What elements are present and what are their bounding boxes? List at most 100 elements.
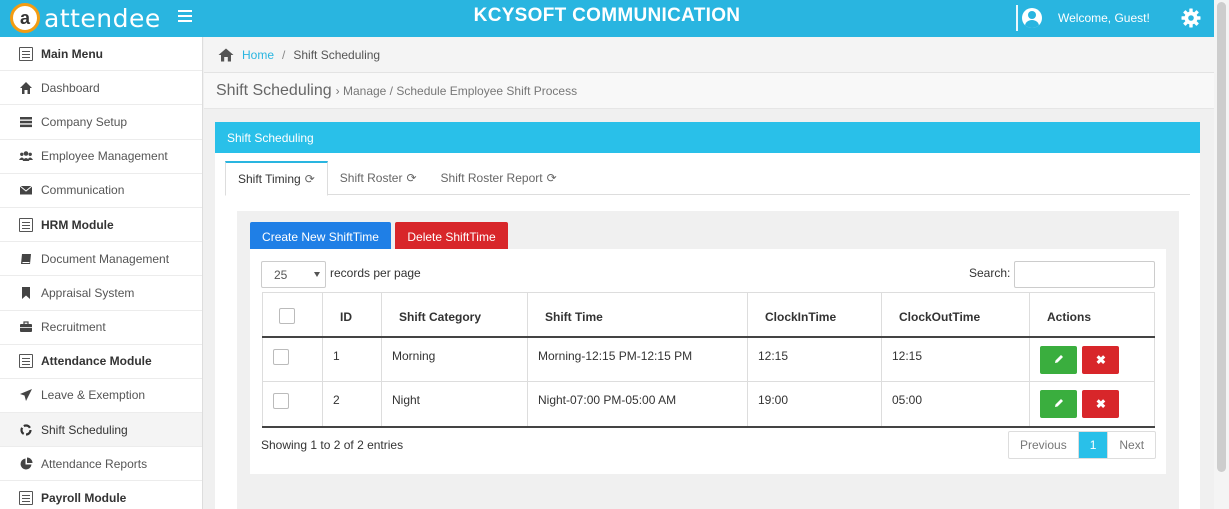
tab-shift-roster-report[interactable]: Shift Roster Report ⟳ [429, 161, 569, 195]
breadcrumb-current: Shift Scheduling [293, 47, 381, 62]
records-per-page-label: records per page [330, 266, 421, 280]
tab-shift-roster[interactable]: Shift Roster ⟳ [328, 161, 429, 195]
records-per-page-select[interactable]: 25 [261, 261, 326, 288]
sidebar: Main Menu Dashboard Company Setup Employ… [0, 37, 203, 509]
row-select-cell [262, 336, 323, 382]
menu-list-icon [19, 46, 33, 61]
edit-button[interactable] [1040, 390, 1077, 418]
tab-shift-timing[interactable]: Shift Timing ⟳ [225, 161, 328, 196]
sidebar-item-leave-exemption[interactable]: Leave & Exemption [0, 379, 202, 414]
delete-button[interactable]: ✖ [1082, 390, 1120, 418]
cell-actions: ✖ [1029, 336, 1155, 382]
sidebar-item-shift-scheduling[interactable]: Shift Scheduling [0, 413, 202, 448]
sidebar-item-label: Leave & Exemption [41, 388, 146, 403]
page-title: Shift Scheduling [216, 81, 332, 99]
sidebar-item-dashboard[interactable]: Dashboard [0, 71, 202, 106]
pie-chart-icon [20, 457, 33, 470]
column-header-id[interactable]: ID [322, 292, 382, 338]
delete-button[interactable]: ✖ [1082, 345, 1120, 374]
page-header: Shift Scheduling › Manage / Schedule Emp… [204, 73, 1214, 109]
data-table-container: 25 records per page Search: ID Shift Cat… [250, 249, 1166, 474]
edit-button[interactable] [1040, 345, 1077, 374]
cell-id: 1 [322, 336, 382, 382]
column-header-clock-in[interactable]: ClockInTime [747, 292, 882, 338]
column-header-shift-time[interactable]: Shift Time [527, 292, 748, 338]
pencil-icon [1054, 399, 1063, 407]
sidebar-item-label: Employee Management [41, 149, 168, 164]
row-select-cell [262, 381, 323, 428]
column-header-shift-category[interactable]: Shift Category [381, 292, 528, 338]
cell-clock-out: 05:00 [881, 381, 1030, 428]
server-icon [20, 116, 32, 128]
pagination-page-1[interactable]: 1 [1077, 432, 1108, 458]
search-label: Search: [969, 266, 1011, 280]
cell-actions: ✖ [1029, 381, 1155, 428]
pencil-icon [1054, 354, 1063, 363]
search-input[interactable] [1014, 261, 1155, 288]
sidebar-item-label: Payroll Module [41, 491, 127, 506]
select-all-header [262, 292, 323, 338]
top-bar: a attendee KCYSOFT COMMUNICATION Welcome… [0, 0, 1214, 37]
sidebar-item-label: Dashboard [41, 80, 100, 95]
sidebar-item-label: HRM Module [41, 217, 114, 232]
sidebar-item-attendance-module[interactable]: Attendance Module [0, 345, 202, 379]
table-row: 2 Night Night-07:00 PM-05:00 AM 19:00 05… [262, 381, 1155, 428]
bookmark-icon [22, 286, 30, 299]
tab-bar: Shift Timing ⟳ Shift Roster ⟳ Shift Rost… [225, 161, 1190, 196]
page-subtitle: › Manage / Schedule Employee Shift Proce… [335, 83, 578, 98]
sidebar-item-company-setup[interactable]: Company Setup [0, 105, 202, 140]
sidebar-item-label: Company Setup [41, 114, 128, 129]
select-all-checkbox[interactable] [279, 307, 295, 324]
shift-time-table: ID Shift Category Shift Time ClockInTime… [262, 292, 1155, 428]
cell-clock-in: 19:00 [747, 381, 882, 428]
user-divider [1016, 5, 1018, 31]
sidebar-item-label: Main Menu [41, 46, 103, 61]
menu-list-icon [19, 217, 33, 232]
home-icon[interactable] [218, 48, 234, 62]
close-icon: ✖ [1095, 397, 1106, 411]
recycle-icon [20, 424, 32, 436]
sidebar-item-label: Document Management [41, 251, 170, 266]
row-checkbox[interactable] [273, 393, 289, 409]
sidebar-item-main-menu[interactable]: Main Menu [0, 37, 202, 72]
gear-icon[interactable] [1181, 8, 1201, 28]
table-row: 1 Morning Morning-12:15 PM-12:15 PM 12:1… [262, 336, 1155, 382]
breadcrumb-home-link[interactable]: Home [242, 48, 274, 62]
sidebar-item-appraisal-system[interactable]: Appraisal System [0, 276, 202, 311]
close-icon: ✖ [1095, 352, 1106, 367]
cell-shift-category: Morning [381, 336, 528, 382]
cell-shift-time: Night-07:00 PM-05:00 AM [527, 381, 748, 428]
chevron-down-icon [314, 272, 320, 277]
scrollbar-thumb[interactable] [1217, 2, 1226, 472]
column-header-actions: Actions [1029, 292, 1155, 338]
home-icon [20, 81, 32, 94]
tab-label: Shift Timing [238, 172, 301, 186]
sidebar-item-hrm-module[interactable]: HRM Module [0, 208, 202, 243]
refresh-icon: ⟳ [406, 171, 417, 185]
sidebar-item-document-management[interactable]: Document Management [0, 242, 202, 277]
sidebar-item-communication[interactable]: Communication [0, 174, 202, 208]
users-icon [19, 151, 33, 162]
menu-list-icon [19, 491, 33, 506]
book-icon [21, 253, 31, 264]
create-shift-time-button[interactable]: Create New ShiftTime [250, 222, 391, 251]
sidebar-item-attendance-reports[interactable]: Attendance Reports [0, 447, 202, 482]
cell-shift-time: Morning-12:15 PM-12:15 PM [527, 336, 748, 382]
sidebar-item-employee-management[interactable]: Employee Management [0, 140, 202, 174]
sidebar-item-label: Shift Scheduling [41, 422, 128, 437]
sidebar-item-payroll-module[interactable]: Payroll Module [0, 481, 202, 509]
cell-clock-in: 12:15 [747, 336, 882, 382]
row-checkbox[interactable] [273, 348, 289, 365]
user-menu[interactable]: Welcome, Guest! [1016, 4, 1150, 32]
sidebar-item-label: Recruitment [41, 320, 106, 335]
delete-shift-time-button[interactable]: Delete ShiftTime [395, 222, 508, 251]
pagination-next[interactable]: Next [1107, 432, 1155, 458]
tab-label: Shift Roster [339, 171, 403, 185]
sidebar-item-label: Communication [41, 183, 125, 198]
column-header-clock-out[interactable]: ClockOutTime [881, 292, 1030, 338]
sidebar-item-recruitment[interactable]: Recruitment [0, 311, 202, 345]
pagination-previous[interactable]: Previous [1009, 432, 1078, 458]
panel-title: Shift Scheduling [215, 122, 1200, 153]
user-avatar-icon [1022, 8, 1042, 28]
vertical-scrollbar[interactable] [1214, 0, 1229, 509]
